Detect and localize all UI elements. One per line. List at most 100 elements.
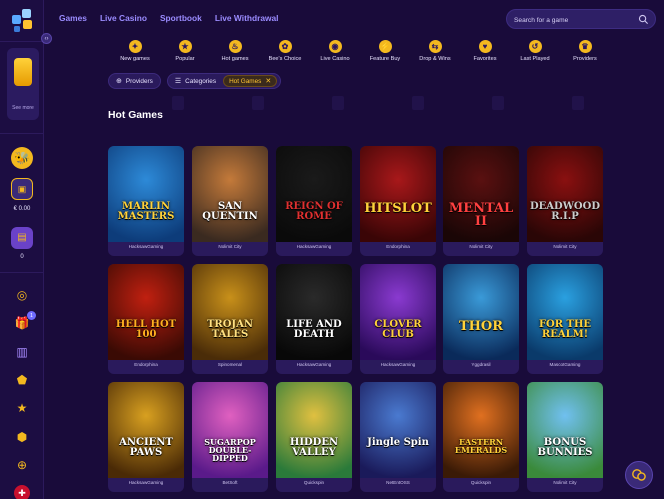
decorative-shape: [252, 96, 264, 110]
game-title: DEADWOOD R.I.P: [529, 201, 601, 223]
game-provider: Nolimit City: [469, 244, 493, 249]
shield-icon[interactable]: ⬟: [11, 369, 33, 391]
game-card[interactable]: ANCIENT PAWS HacksawGaming: [108, 382, 184, 492]
game-card[interactable]: THOR Yggdrasil: [443, 264, 519, 374]
game-provider: Quickspin: [303, 480, 325, 485]
game-card[interactable]: HIDDEN VALLEY Quickspin: [276, 382, 352, 492]
language-flag-icon[interactable]: ✚: [14, 485, 30, 499]
nav-games[interactable]: Games: [59, 13, 87, 23]
history-icon: ↺: [528, 40, 542, 53]
game-provider: Endorphina: [134, 362, 158, 367]
top-navigation: Games Live Casino Sportbook Live Withdra…: [59, 13, 279, 23]
category-hot-games[interactable]: ♨ Hot games: [210, 40, 260, 62]
featured-game-shortcut[interactable]: See more: [7, 48, 39, 120]
game-title: ANCIENT PAWS: [119, 437, 173, 459]
avatar[interactable]: 🐝: [11, 147, 33, 169]
category-bees-choice[interactable]: ✿ Bee's Choice: [260, 40, 310, 62]
game-card[interactable]: TROJAN TALES Spinomenal: [192, 264, 268, 374]
game-card[interactable]: HITSLOT Endorphina: [360, 146, 436, 256]
game-card[interactable]: MENTAL II Nolimit City: [443, 146, 519, 256]
category-popular[interactable]: ★ Popular: [160, 40, 210, 62]
game-card[interactable]: CLOVER CLUB HacksawGaming: [360, 264, 436, 374]
categories-filter-button[interactable]: ☰ Categories Hot Games ✕: [166, 73, 282, 89]
game-provider: HacksawGaming: [128, 244, 164, 249]
game-card[interactable]: DEADWOOD R.I.P Nolimit City: [527, 146, 603, 256]
filter-bar: ⊕ Providers ☰ Categories Hot Games ✕: [108, 73, 282, 89]
category-favorites[interactable]: ♥ Favorites: [460, 40, 510, 62]
category-new-games[interactable]: ✦ New games: [110, 40, 160, 62]
chat-icon: [632, 469, 646, 481]
game-provider: BetSoft: [222, 480, 238, 485]
heart-icon: ♥: [478, 40, 492, 53]
star-icon[interactable]: ★: [11, 397, 33, 419]
nav-live-withdrawal[interactable]: Live Withdrawal: [215, 13, 279, 23]
decorative-shape: [332, 96, 344, 110]
category-last-played[interactable]: ↺ Last Played: [510, 40, 560, 62]
game-card[interactable]: HELL HOT 100 Endorphina: [108, 264, 184, 374]
see-more-link[interactable]: See more: [7, 105, 39, 111]
game-thumbnail: [108, 382, 184, 478]
category-feature-buy[interactable]: ⚡ Feature Buy: [360, 40, 410, 62]
game-provider: HacksawGaming: [128, 480, 164, 485]
game-title: Jingle Spin: [367, 437, 429, 448]
game-card[interactable]: SUGARPOP DOUBLE-DIPPED BetSoft: [192, 382, 268, 492]
coins-icon[interactable]: ◎: [11, 284, 33, 306]
gift-badge: 1: [27, 311, 36, 320]
game-title: MARLIN MASTERS: [117, 201, 175, 223]
game-title: THOR: [458, 319, 504, 334]
new-games-icon: ✦: [128, 40, 142, 53]
support-chat-button[interactable]: [625, 461, 653, 489]
game-title: MENTAL II: [448, 201, 514, 230]
site-logo[interactable]: [9, 6, 37, 34]
providers-filter-button[interactable]: ⊕ Providers: [108, 73, 161, 89]
game-thumbnail-icon: [14, 58, 32, 86]
game-provider: Yggdrasil: [471, 362, 491, 367]
game-title: HIDDEN VALLEY: [289, 437, 339, 459]
wallet-icon[interactable]: ▣: [11, 178, 33, 200]
game-provider: HacksawGaming: [380, 362, 416, 367]
game-thumbnail: [192, 264, 268, 360]
popular-icon: ★: [178, 40, 192, 53]
bee-icon: ✿: [278, 40, 292, 53]
game-card[interactable]: BONUS BUNNIES Nolimit City: [527, 382, 603, 492]
list-icon: ☰: [174, 78, 182, 85]
search-icon[interactable]: [638, 14, 649, 25]
game-thumbnail: [192, 146, 268, 242]
game-provider: Nolimit City: [553, 480, 577, 485]
collapse-sidebar-button[interactable]: ‹›: [41, 33, 52, 44]
search-input[interactable]: [514, 14, 632, 26]
game-card[interactable]: FOR THE REALM! MascotGaming: [527, 264, 603, 374]
leaderboard-icon[interactable]: ▥: [11, 341, 33, 363]
game-provider: Spinomenal: [217, 362, 243, 367]
game-card[interactable]: MARLIN MASTERS HacksawGaming: [108, 146, 184, 256]
category-providers[interactable]: ♛ Providers: [560, 40, 610, 62]
search-bar[interactable]: [506, 9, 656, 29]
game-card[interactable]: LIFE AND DEATH HacksawGaming: [276, 264, 352, 374]
hexagon-icon[interactable]: ⬢: [11, 426, 33, 448]
game-provider: NetEntOSS: [386, 480, 410, 485]
game-thumbnail: [527, 264, 603, 360]
game-thumbnail: [360, 264, 436, 360]
decorative-shape: [412, 96, 424, 110]
active-filter-tag[interactable]: Hot Games ✕: [223, 75, 278, 87]
game-title: LIFE AND DEATH: [286, 319, 342, 341]
nav-live-casino[interactable]: Live Casino: [100, 13, 147, 23]
nav-sportbook[interactable]: Sportbook: [160, 13, 202, 23]
support-icon[interactable]: ⊕: [11, 454, 33, 476]
game-title: TROJAN TALES: [206, 319, 254, 341]
game-title: SAN QUENTIN: [202, 201, 258, 223]
game-card[interactable]: EASTERN EMERALDS Quickspin: [443, 382, 519, 492]
category-drops-wins[interactable]: ⇆ Drop & Wins: [410, 40, 460, 62]
game-thumbnail: [192, 382, 268, 478]
game-thumbnail: [527, 146, 603, 242]
close-icon[interactable]: ✕: [265, 77, 271, 85]
category-live-casino[interactable]: ◉ Live Casino: [310, 40, 360, 62]
game-thumbnail: [276, 264, 352, 360]
game-title: HELL HOT 100: [115, 319, 177, 341]
game-card[interactable]: Jingle Spin NetEntOSS: [360, 382, 436, 492]
game-card[interactable]: SAN QUENTIN Nolimit City: [192, 146, 268, 256]
inbox-icon[interactable]: ▤: [11, 227, 33, 249]
game-title: HITSLOT: [364, 201, 432, 216]
game-thumbnail: [360, 146, 436, 242]
game-card[interactable]: REIGN OF ROME HacksawGaming: [276, 146, 352, 256]
